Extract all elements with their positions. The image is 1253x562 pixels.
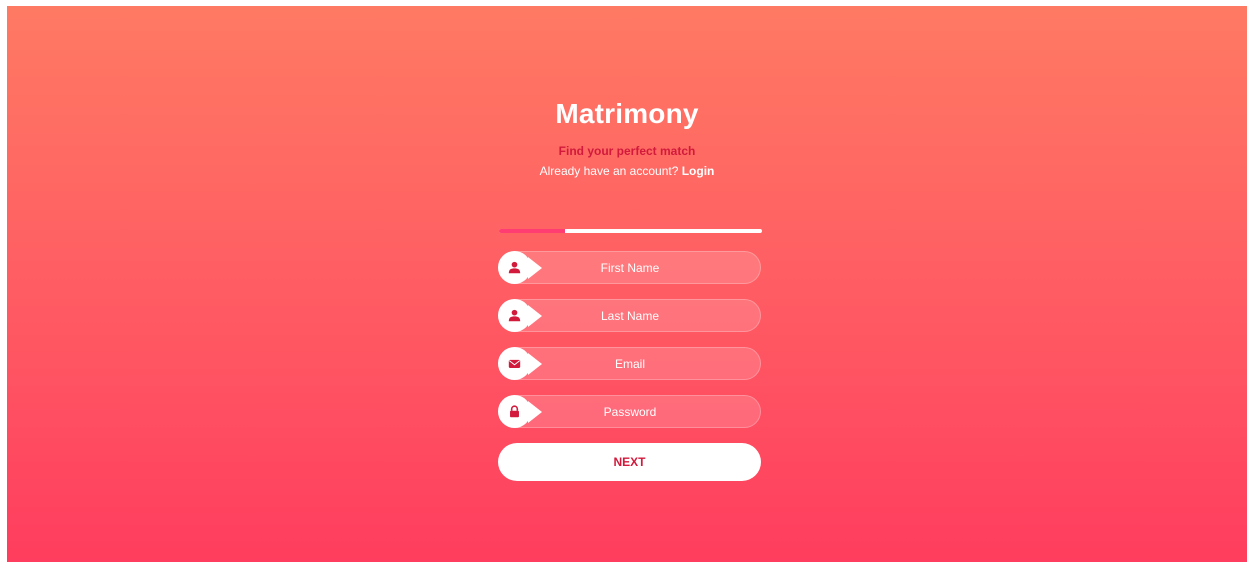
last-name-field (498, 299, 761, 332)
first-name-input[interactable] (539, 252, 721, 283)
signup-progress-bar (499, 229, 762, 233)
progress-fill (499, 229, 565, 233)
signup-page: Matrimony Find your perfect match Alread… (7, 6, 1247, 562)
password-input[interactable] (539, 396, 721, 427)
first-name-field (498, 251, 761, 284)
account-prompt-text: Already have an account? (539, 164, 679, 178)
login-link[interactable]: Login (682, 164, 715, 178)
app-title: Matrimony (555, 98, 699, 129)
user-icon (498, 299, 542, 332)
next-button[interactable]: NEXT (498, 443, 761, 481)
lock-icon (498, 395, 542, 428)
last-name-input[interactable] (539, 300, 721, 331)
account-prompt-line: Already have an account? Login (7, 164, 1247, 178)
email-field (498, 347, 761, 380)
password-field (498, 395, 761, 428)
tagline: Find your perfect match (558, 144, 696, 158)
user-icon (498, 251, 542, 284)
email-input[interactable] (539, 348, 721, 379)
envelope-icon (498, 347, 542, 380)
